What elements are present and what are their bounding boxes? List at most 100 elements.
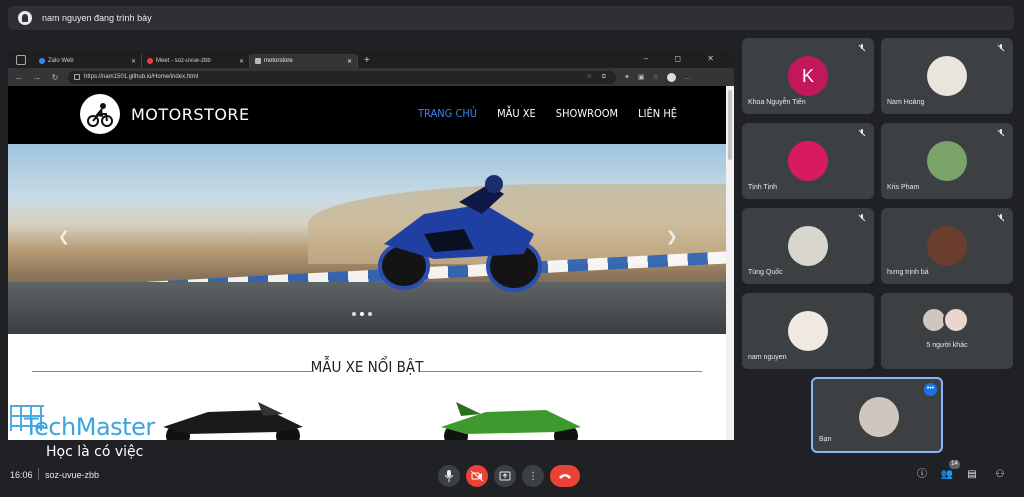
- nav-home[interactable]: TRANG CHỦ: [418, 107, 477, 120]
- leave-call-button[interactable]: [550, 465, 580, 487]
- participant-name: hưng trịnh bá: [887, 269, 929, 276]
- tab-actions-icon[interactable]: [16, 55, 26, 65]
- divider: [38, 468, 39, 480]
- self-avatar: [859, 397, 899, 437]
- nav-models[interactable]: MẪU XE: [497, 107, 536, 120]
- hang-up-icon: [559, 474, 571, 479]
- browser-tab-strip: Zalo Web ✕ Meet - soz-uvue-zbb ✕ motorst…: [8, 52, 734, 68]
- people-icon[interactable]: 👥: [940, 468, 954, 482]
- meeting-clock: 16:06: [10, 470, 33, 480]
- techmaster-watermark: TechMaster: [10, 405, 190, 441]
- camera-off-icon: [471, 471, 483, 481]
- participant-avatar: [927, 226, 967, 266]
- mic-muted-icon: [858, 129, 866, 137]
- address-bar[interactable]: https://nam1501.github.io/Home/index.htm…: [68, 70, 616, 84]
- new-tab-plus-icon[interactable]: +: [364, 55, 370, 66]
- featured-heading-text: MẪU XE NỔI BẬT: [304, 358, 430, 376]
- site-logo[interactable]: [80, 94, 120, 134]
- mic-muted-icon: [997, 214, 1005, 222]
- address-bar-actions-icon[interactable]: ☆ ⧉: [587, 73, 610, 81]
- participant-avatar: [788, 311, 828, 351]
- forward-arrow-icon[interactable]: →: [32, 73, 42, 82]
- present-screen-button[interactable]: [494, 465, 516, 487]
- participant-avatar: K: [788, 56, 828, 96]
- hero-carousel: ❮ ❯: [8, 144, 726, 334]
- participant-tile[interactable]: Tùng Quốc: [742, 208, 874, 284]
- carousel-indicators[interactable]: [352, 312, 372, 316]
- recording-icon: [147, 58, 153, 64]
- shared-screen: Zalo Web ✕ Meet - soz-uvue-zbb ✕ motorst…: [8, 52, 734, 440]
- self-tile[interactable]: ••• Bạn: [811, 377, 943, 453]
- more-options-button[interactable]: ⋮: [522, 465, 544, 487]
- mic-muted-icon: [997, 44, 1005, 52]
- mic-toggle-button[interactable]: [438, 465, 460, 487]
- lock-icon[interactable]: [74, 74, 80, 80]
- carousel-dot[interactable]: [352, 312, 356, 316]
- browser-tab-zalo[interactable]: Zalo Web ✕: [34, 54, 142, 68]
- close-icon[interactable]: ✕: [347, 58, 352, 65]
- more-options-icon[interactable]: •••: [924, 383, 937, 396]
- others-tile[interactable]: 5 người khác: [881, 293, 1013, 369]
- camera-toggle-button[interactable]: [466, 465, 488, 487]
- back-arrow-icon[interactable]: ←: [14, 73, 24, 82]
- watermark-brand: TechMaster: [24, 413, 155, 441]
- heading-rule: [420, 371, 702, 372]
- tab-label: Meet - soz-uvue-zbb: [156, 58, 211, 64]
- mic-muted-icon: [858, 44, 866, 52]
- tab-label: Zalo Web: [48, 58, 74, 64]
- participant-tile[interactable]: Nam Hoàng: [881, 38, 1013, 114]
- favorites-icon[interactable]: ☆: [653, 73, 659, 81]
- participant-tile[interactable]: Tịnh Tịnh: [742, 123, 874, 199]
- carousel-dot-active[interactable]: [360, 312, 364, 316]
- browser-tab-meet[interactable]: Meet - soz-uvue-zbb ✕: [142, 54, 250, 68]
- website-viewport: MOTORSTORE TRANG CHỦ MẪU XE SHOWROOM LIÊ…: [8, 86, 726, 440]
- presenter-avatar: [18, 11, 32, 25]
- reload-icon[interactable]: ↻: [50, 73, 60, 82]
- extensions-icon[interactable]: ✦: [624, 73, 630, 81]
- chat-icon[interactable]: ▤: [965, 468, 979, 482]
- watermark-slogan: Học là có việc: [46, 444, 144, 460]
- presenter-banner: nam nguyen đang trình bày: [8, 6, 1014, 30]
- participant-tile[interactable]: K Khoa Nguyễn Tiến: [742, 38, 874, 114]
- featured-section-heading: MẪU XE NỔI BẬT: [32, 358, 702, 376]
- participant-avatar: [788, 141, 828, 181]
- close-icon[interactable]: ✕: [131, 58, 136, 65]
- meeting-info-icon[interactable]: ⓘ: [915, 468, 929, 482]
- nav-showroom[interactable]: SHOWROOM: [556, 107, 618, 120]
- carousel-dot[interactable]: [368, 312, 372, 316]
- zalo-favicon-icon: [39, 58, 45, 64]
- scrollbar-thumb[interactable]: [728, 90, 732, 160]
- meeting-code: soz-uvue-zbb: [45, 470, 100, 480]
- site-header: MOTORSTORE TRANG CHỦ MẪU XE SHOWROOM LIÊ…: [8, 86, 726, 144]
- browser-tab-motorstore[interactable]: motorstore ✕: [250, 54, 358, 68]
- tab-label: motorstore: [264, 58, 293, 64]
- page-scrollbar[interactable]: [726, 86, 734, 440]
- page-favicon-icon: [255, 58, 261, 64]
- more-vertical-icon: ⋮: [528, 470, 538, 482]
- collections-icon[interactable]: ▣: [638, 73, 645, 81]
- participant-name: Tùng Quốc: [748, 269, 783, 276]
- site-nav: TRANG CHỦ MẪU XE SHOWROOM LIÊN HỆ: [418, 107, 677, 120]
- participant-name: Khoa Nguyễn Tiến: [748, 99, 806, 106]
- self-name: Bạn: [819, 436, 832, 443]
- participant-tile[interactable]: Kris Pham: [881, 123, 1013, 199]
- present-screen-icon: [499, 471, 511, 481]
- participant-tile[interactable]: hưng trịnh bá: [881, 208, 1013, 284]
- close-icon[interactable]: ✕: [239, 58, 244, 65]
- participant-name: Tịnh Tịnh: [748, 184, 778, 191]
- hero-prev-arrow[interactable]: ❮: [58, 228, 70, 245]
- featured-bike-green-image[interactable]: [436, 402, 586, 440]
- presenter-text: nam nguyen đang trình bày: [42, 13, 152, 23]
- hero-motorbike-image: [378, 175, 542, 292]
- mic-muted-icon: [997, 129, 1005, 137]
- more-menu-icon[interactable]: …: [684, 74, 691, 81]
- profile-icon[interactable]: [666, 72, 676, 82]
- hero-next-arrow[interactable]: ❯: [666, 228, 678, 245]
- activities-icon[interactable]: ⚇: [993, 468, 1007, 482]
- heading-rule: [32, 371, 314, 372]
- nav-contact[interactable]: LIÊN HỆ: [638, 107, 677, 120]
- participant-name: nam nguyen: [748, 354, 787, 361]
- participant-tile[interactable]: nam nguyen: [742, 293, 874, 369]
- site-brand[interactable]: MOTORSTORE: [131, 105, 250, 124]
- window-controls[interactable]: – ◻ ✕: [644, 54, 726, 63]
